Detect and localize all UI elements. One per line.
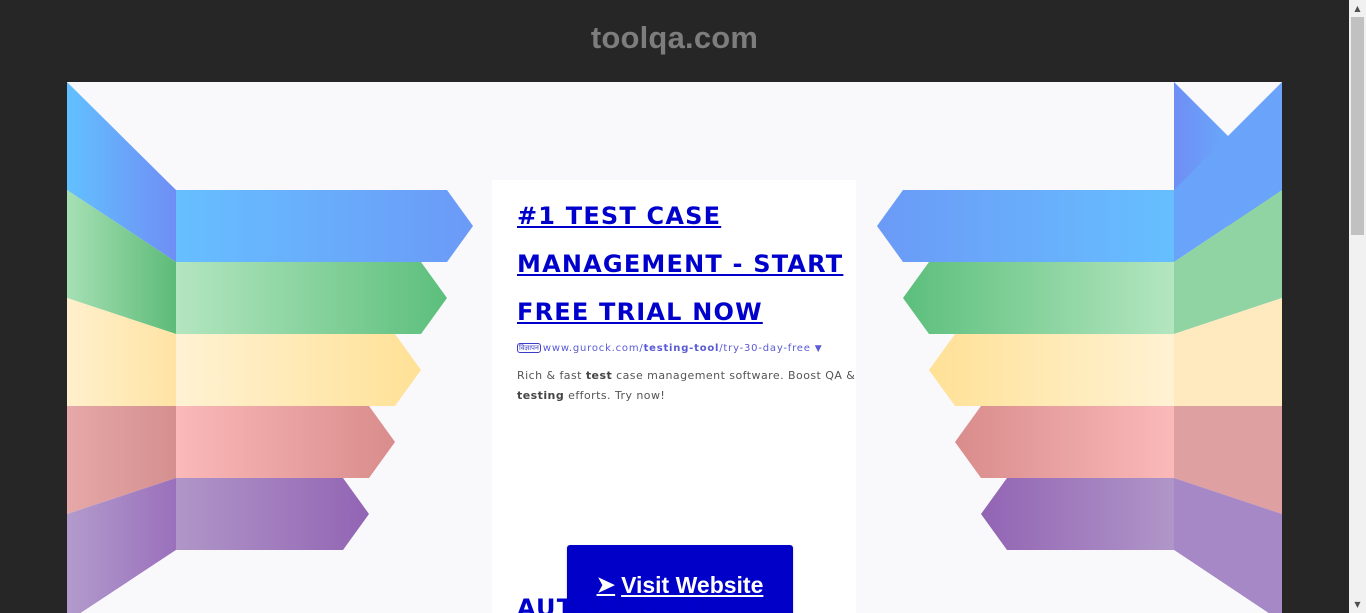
ad-desc-bold-2: testing [517, 389, 565, 402]
scroll-up-icon[interactable]: ▲ [1349, 0, 1366, 17]
right-arrow-green [903, 262, 1174, 334]
ad-desc-text-2: case management software. Boost QA & [612, 369, 856, 382]
ad-desc-text-3: efforts. Try now! [564, 389, 666, 402]
left-arrow-green [176, 262, 447, 334]
ad-url-bold: testing-tool [643, 343, 720, 354]
chevron-down-icon[interactable]: ▼ [815, 344, 823, 354]
left-arrow-purple [176, 478, 369, 550]
right-arrow-red [955, 406, 1174, 478]
right-arrow-purple [981, 478, 1174, 550]
ad-desc-text-1: Rich & fast [517, 369, 586, 382]
ad-url-prefix: www.gurock.com/ [542, 343, 644, 354]
ad-card: #1 TEST CASE MANAGEMENT - START FREE TRI… [492, 180, 856, 613]
left-arrow-blue [176, 190, 473, 262]
ad-description: Rich & fast test case management softwar… [517, 366, 857, 406]
scroll-down-icon[interactable]: ▼ [1349, 596, 1366, 613]
right-arrow-yellow [929, 334, 1174, 406]
left-arrow-red [176, 406, 395, 478]
ad-display-url[interactable]: विज्ञापन www.gurock.com/testing-tool/try-… [517, 343, 857, 354]
ad-headline-link[interactable]: #1 TEST CASE MANAGEMENT - START FREE TRI… [517, 192, 857, 336]
scrollbar-thumb[interactable] [1351, 17, 1364, 235]
next-ad-headline-link[interactable]: AUTOMATED [517, 594, 857, 613]
ad-badge: विज्ञापन [517, 343, 541, 353]
right-arrow-blue [877, 190, 1174, 262]
site-title: toolqa.com [590, 20, 759, 55]
ad-desc-bold-1: test [585, 369, 613, 382]
parked-domain-stage: #1 TEST CASE MANAGEMENT - START FREE TRI… [67, 82, 1282, 613]
ad-url-suffix: /try-30-day-free [719, 343, 811, 354]
vertical-scrollbar[interactable]: ▲ ▼ [1349, 0, 1366, 613]
left-arrow-yellow [176, 334, 421, 406]
